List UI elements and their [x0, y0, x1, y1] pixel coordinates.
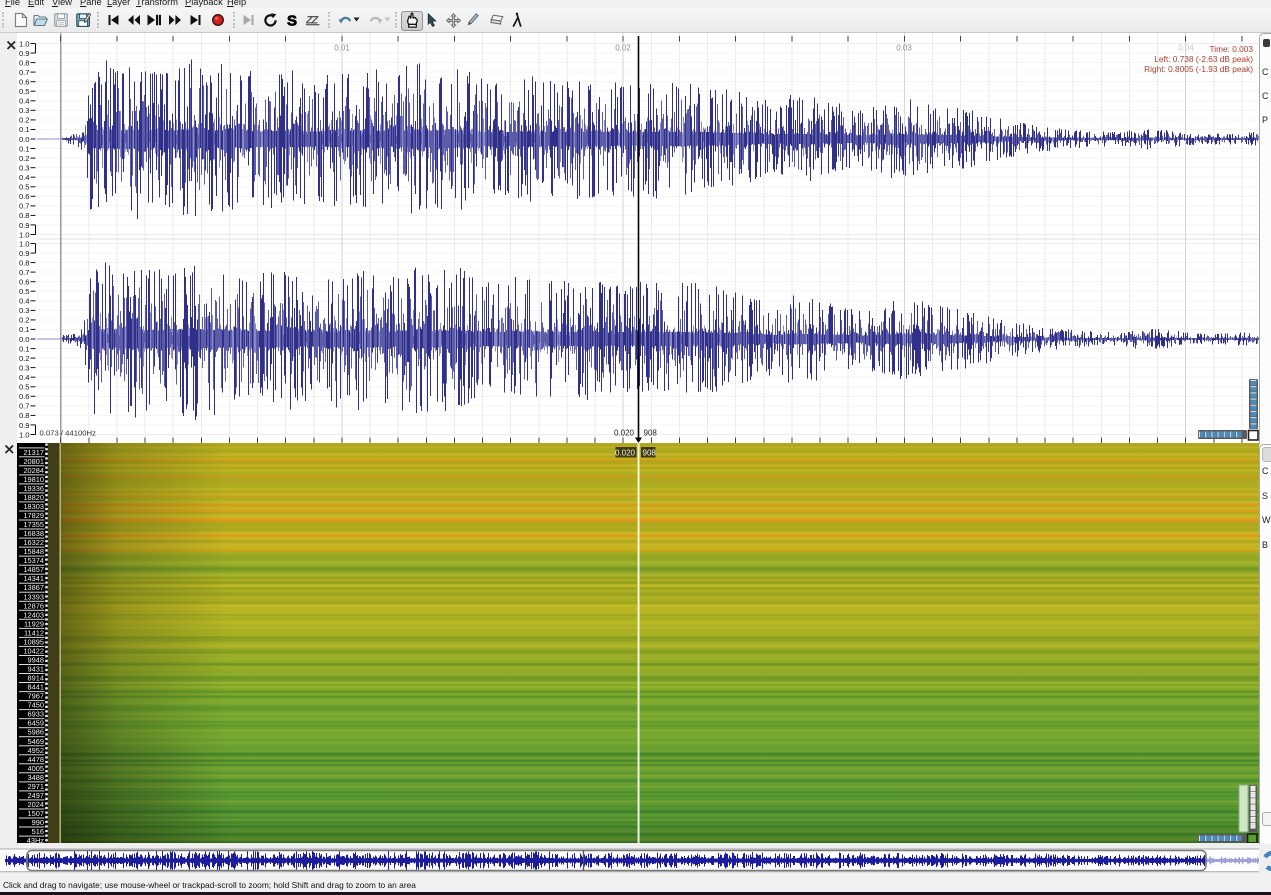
- svg-text:2497: 2497: [28, 791, 44, 800]
- svg-text:11929: 11929: [24, 619, 44, 628]
- svg-text:0.2: 0.2: [19, 316, 30, 325]
- svg-text:0.6: 0.6: [19, 278, 30, 287]
- svg-text:908: 908: [644, 429, 658, 438]
- svg-text:9431: 9431: [28, 665, 44, 674]
- svg-text:0.1: 0.1: [19, 144, 30, 153]
- svg-text:5986: 5986: [28, 728, 44, 737]
- svg-text:0.4: 0.4: [19, 173, 30, 182]
- svg-text:0.9: 0.9: [19, 49, 30, 58]
- svg-text:0.02: 0.02: [615, 44, 631, 53]
- svg-text:0.0: 0.0: [19, 335, 30, 344]
- svg-text:14857: 14857: [23, 565, 44, 574]
- svg-text:0.2: 0.2: [19, 354, 30, 363]
- svg-text:0.7: 0.7: [19, 402, 30, 411]
- svg-text:0.6: 0.6: [19, 78, 30, 87]
- svg-text:8914: 8914: [28, 674, 44, 683]
- svg-text:3488: 3488: [28, 773, 44, 782]
- svg-text:0.5: 0.5: [19, 383, 30, 392]
- svg-text:21317: 21317: [23, 448, 44, 457]
- svg-text:0.6: 0.6: [19, 392, 30, 401]
- svg-text:2971: 2971: [28, 782, 44, 791]
- svg-text:9948: 9948: [28, 656, 44, 665]
- svg-text:0.3: 0.3: [19, 164, 30, 173]
- svg-text:1.0: 1.0: [19, 230, 30, 239]
- svg-text:0.9: 0.9: [19, 221, 30, 230]
- svg-text:0.8: 0.8: [19, 211, 30, 220]
- svg-text:1.0: 1.0: [19, 430, 30, 439]
- svg-text:0.3: 0.3: [19, 106, 30, 115]
- svg-text:0.1: 0.1: [19, 344, 30, 353]
- svg-text:5469: 5469: [28, 737, 44, 746]
- svg-text:0.020: 0.020: [615, 449, 636, 458]
- svg-text:0.7: 0.7: [19, 202, 30, 211]
- svg-text:7967: 7967: [28, 692, 44, 701]
- svg-text:0.4: 0.4: [19, 297, 30, 306]
- svg-text:1.0: 1.0: [19, 39, 30, 48]
- svg-text:10895: 10895: [23, 637, 44, 646]
- svg-text:43Hz: 43Hz: [27, 836, 45, 843]
- svg-text:908: 908: [643, 449, 657, 458]
- svg-text:4952: 4952: [28, 746, 44, 755]
- svg-text:19336: 19336: [23, 484, 44, 493]
- svg-text:12876: 12876: [23, 601, 44, 610]
- svg-text:0.9: 0.9: [19, 421, 30, 430]
- svg-text:1507: 1507: [28, 809, 44, 818]
- svg-text:20801: 20801: [23, 457, 44, 466]
- svg-text:0.4: 0.4: [19, 97, 30, 106]
- svg-text:18820: 18820: [23, 493, 44, 502]
- svg-text:0.8: 0.8: [19, 411, 30, 420]
- svg-text:0.5: 0.5: [19, 183, 30, 192]
- svg-text:16838: 16838: [23, 529, 44, 538]
- svg-text:0.04: 0.04: [1178, 44, 1194, 53]
- svg-text:0.6: 0.6: [19, 192, 30, 201]
- svg-text:11412: 11412: [24, 628, 44, 637]
- svg-text:0.1: 0.1: [19, 125, 30, 134]
- svg-text:0.0: 0.0: [19, 135, 30, 144]
- svg-text:0.1: 0.1: [19, 325, 30, 334]
- svg-text:8441: 8441: [28, 683, 44, 692]
- svg-text:15374: 15374: [23, 556, 44, 565]
- svg-text:0.8: 0.8: [19, 58, 30, 67]
- svg-text:0.8: 0.8: [19, 258, 30, 267]
- svg-text:19810: 19810: [23, 475, 44, 484]
- svg-text:0.3: 0.3: [19, 306, 30, 315]
- svg-text:18303: 18303: [23, 502, 44, 511]
- svg-text:0.5: 0.5: [19, 287, 30, 296]
- svg-text:0.03: 0.03: [896, 44, 912, 53]
- svg-text:0.4: 0.4: [19, 373, 30, 382]
- svg-text:10422: 10422: [23, 647, 44, 656]
- svg-text:Left: 0.738 (-2.63 dB peak): Left: 0.738 (-2.63 dB peak): [1154, 54, 1253, 64]
- svg-text:7450: 7450: [28, 701, 44, 710]
- svg-text:6933: 6933: [28, 710, 44, 719]
- svg-text:13867: 13867: [23, 583, 44, 592]
- svg-text:2024: 2024: [28, 800, 44, 809]
- svg-text:0.9: 0.9: [19, 249, 30, 258]
- svg-text:12403: 12403: [23, 610, 44, 619]
- svg-text:17355: 17355: [23, 520, 44, 529]
- svg-text:Right: 0.8005 (-1.93 dB peak): Right: 0.8005 (-1.93 dB peak): [1144, 64, 1253, 74]
- svg-text:0.2: 0.2: [19, 154, 30, 163]
- svg-text:0.073 / 44100Hz: 0.073 / 44100Hz: [40, 429, 97, 438]
- svg-text:13393: 13393: [23, 592, 44, 601]
- svg-text:990: 990: [32, 818, 44, 827]
- svg-text:4478: 4478: [28, 755, 44, 764]
- svg-text:0.5: 0.5: [19, 87, 30, 96]
- svg-text:4005: 4005: [28, 764, 44, 773]
- svg-text:0.3: 0.3: [19, 363, 30, 372]
- svg-text:0.7: 0.7: [19, 268, 30, 277]
- svg-text:0.2: 0.2: [19, 116, 30, 125]
- svg-text:1.0: 1.0: [19, 239, 30, 248]
- svg-text:0.01: 0.01: [334, 44, 350, 53]
- svg-text:16322: 16322: [23, 538, 44, 547]
- svg-text:17829: 17829: [23, 511, 44, 520]
- svg-text:S: S: [287, 13, 297, 27]
- svg-text:14341: 14341: [23, 574, 44, 583]
- svg-text:15848: 15848: [23, 547, 44, 556]
- svg-text:Time: 0.003: Time: 0.003: [1209, 44, 1253, 54]
- svg-text:20284: 20284: [23, 466, 44, 475]
- svg-text:0.020: 0.020: [614, 429, 635, 438]
- svg-text:0.7: 0.7: [19, 68, 30, 77]
- svg-text:6459: 6459: [28, 719, 44, 728]
- svg-text:516: 516: [32, 827, 44, 836]
